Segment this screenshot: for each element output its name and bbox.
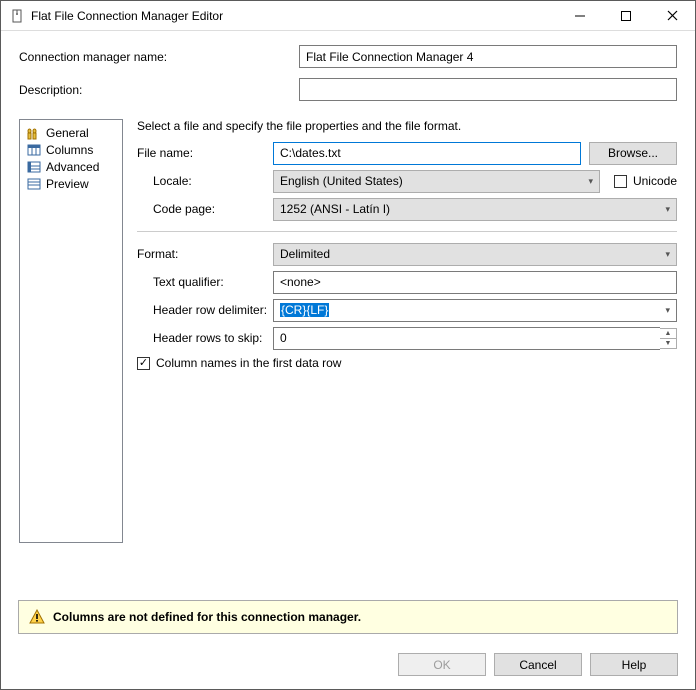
spin-down-icon[interactable]: ▼: [660, 339, 676, 348]
general-page: Select a file and specify the file prope…: [137, 119, 677, 543]
locale-value: English (United States): [280, 174, 403, 188]
chevron-down-icon: ▾: [665, 249, 670, 260]
nav-label: General: [46, 126, 89, 140]
description-label: Description:: [19, 83, 299, 97]
locale-label: Locale:: [137, 174, 273, 188]
window-title: Flat File Connection Manager Editor: [31, 9, 557, 23]
preview-icon: [26, 176, 42, 192]
header-delim-label: Header row delimiter:: [137, 303, 273, 317]
nav-label: Advanced: [46, 160, 99, 174]
maximize-button[interactable]: [603, 1, 649, 30]
general-icon: [26, 125, 42, 141]
nav-item-general[interactable]: General: [22, 124, 120, 141]
advanced-icon: [26, 159, 42, 175]
dialog-buttons: OK Cancel Help: [398, 653, 678, 676]
description-input[interactable]: [299, 78, 677, 101]
cancel-button[interactable]: Cancel: [494, 653, 582, 676]
column-names-label: Column names in the first data row: [156, 356, 341, 370]
code-page-value: 1252 (ANSI - Latín I): [280, 202, 390, 216]
minimize-button[interactable]: [557, 1, 603, 30]
text-qualifier-input[interactable]: [273, 271, 677, 294]
nav-label: Preview: [46, 177, 89, 191]
format-combo[interactable]: Delimited ▾: [273, 243, 677, 266]
file-name-input[interactable]: [273, 142, 581, 165]
header-delim-combo[interactable]: {CR}{LF} ▾: [273, 299, 677, 322]
format-value: Delimited: [280, 247, 330, 261]
chevron-down-icon: ▾: [665, 204, 670, 215]
locale-combo[interactable]: English (United States) ▾: [273, 170, 600, 193]
column-names-checkbox[interactable]: ✓: [137, 357, 150, 370]
spin-up-icon[interactable]: ▲: [660, 329, 676, 339]
columns-icon: [26, 142, 42, 158]
window-buttons: [557, 1, 695, 30]
help-button[interactable]: Help: [590, 653, 678, 676]
dialog-content: Connection manager name: Description: Ge…: [1, 31, 695, 543]
file-name-label: File name:: [137, 146, 273, 160]
ok-button[interactable]: OK: [398, 653, 486, 676]
header-skip-input[interactable]: [273, 327, 660, 350]
unicode-checkbox[interactable]: [614, 175, 627, 188]
unicode-label: Unicode: [633, 174, 677, 188]
code-page-combo[interactable]: 1252 (ANSI - Latín I) ▾: [273, 198, 677, 221]
instruction-text: Select a file and specify the file prope…: [137, 119, 677, 133]
header-skip-label: Header rows to skip:: [137, 331, 273, 345]
text-qualifier-label: Text qualifier:: [137, 275, 273, 289]
warning-text: Columns are not defined for this connect…: [53, 610, 361, 624]
connection-name-label: Connection manager name:: [19, 50, 299, 64]
connection-name-input[interactable]: [299, 45, 677, 68]
app-icon: [9, 8, 25, 24]
titlebar: Flat File Connection Manager Editor: [1, 1, 695, 31]
format-label: Format:: [137, 247, 273, 261]
chevron-down-icon: ▾: [665, 305, 670, 316]
browse-button[interactable]: Browse...: [589, 142, 677, 165]
nav-item-columns[interactable]: Columns: [22, 141, 120, 158]
chevron-down-icon: ▾: [588, 176, 593, 187]
code-page-label: Code page:: [137, 202, 273, 216]
header-skip-spinner[interactable]: ▲ ▼: [660, 328, 677, 349]
nav-list: General Columns Advanced Preview: [19, 119, 123, 543]
warning-icon: [29, 609, 45, 625]
nav-item-advanced[interactable]: Advanced: [22, 158, 120, 175]
separator: [137, 231, 677, 232]
nav-item-preview[interactable]: Preview: [22, 175, 120, 192]
warning-bar: Columns are not defined for this connect…: [18, 600, 678, 634]
nav-label: Columns: [46, 143, 93, 157]
header-delim-value: {CR}{LF}: [280, 303, 329, 317]
close-button[interactable]: [649, 1, 695, 30]
